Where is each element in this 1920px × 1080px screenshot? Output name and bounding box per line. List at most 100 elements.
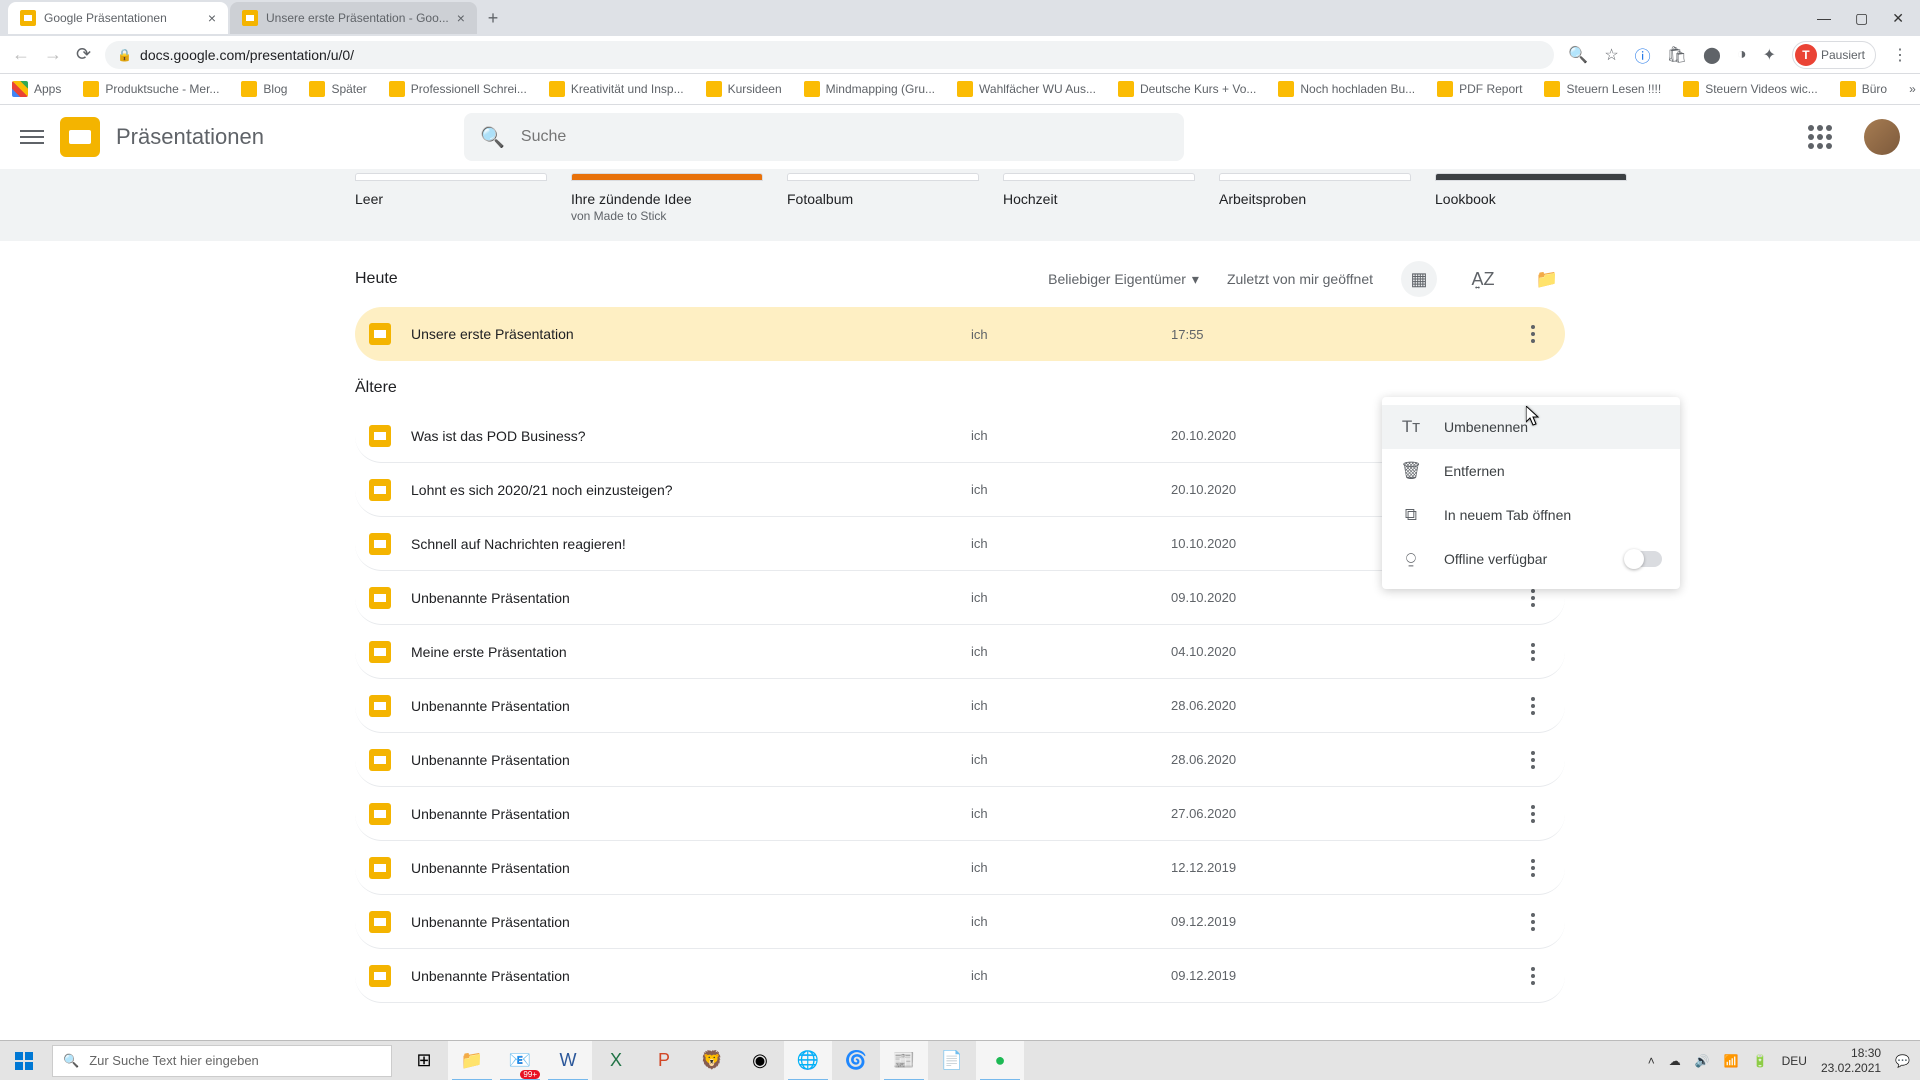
more-actions-button[interactable] [1515,742,1551,778]
file-row[interactable]: Unbenannte Präsentation ich 28.06.2020 [355,679,1565,733]
ctx-remove[interactable]: 🗑 Entfernen [1382,449,1680,493]
bookmark-item[interactable]: Blog [241,81,287,97]
zoom-icon[interactable]: 🔍 [1568,45,1588,65]
taskbar-search[interactable]: 🔍 Zur Suche Text hier eingeben [52,1045,392,1077]
tab-close-icon[interactable]: × [457,10,465,26]
bookmark-item[interactable]: Steuern Videos wic... [1683,81,1818,97]
wifi-icon[interactable]: 📶 [1724,1054,1739,1068]
ext-2-icon[interactable]: ◑ [1737,46,1747,64]
more-actions-button[interactable] [1515,634,1551,670]
file-row[interactable]: Unbenannte Präsentation ich 27.06.2020 [355,787,1565,841]
mail-icon[interactable]: 📧99+ [496,1041,544,1080]
spotify-icon[interactable]: ● [976,1041,1024,1080]
file-explorer-icon[interactable]: 📁 [448,1041,496,1080]
bookmark-item[interactable]: Deutsche Kurs + Vo... [1118,81,1256,97]
ctx-offline[interactable]: ⍜ Offline verfügbar [1382,537,1680,581]
clock[interactable]: 18:30 23.02.2021 [1821,1046,1881,1075]
more-actions-button[interactable] [1515,796,1551,832]
bookmark-star-icon[interactable]: ☆ [1604,45,1618,65]
file-row[interactable]: Unbenannte Präsentation ich 12.12.2019 [355,841,1565,895]
bookmarks-overflow-icon[interactable]: » [1909,82,1916,96]
folder-icon [309,81,325,97]
search-input[interactable] [521,128,1168,146]
main-menu-button[interactable] [20,126,44,148]
new-tab-button[interactable]: + [479,4,507,32]
edge-icon[interactable]: 🌀 [832,1041,880,1080]
maximize-icon[interactable]: ▢ [1855,10,1868,27]
template-item[interactable]: Fotoalbum [787,173,979,223]
file-owner: ich [971,536,1171,551]
template-item[interactable]: Arbeitsproben [1219,173,1411,223]
chrome-icon[interactable]: 🌐 [784,1041,832,1080]
tab-inactive[interactable]: Unsere erste Präsentation - Goo... × [230,2,477,34]
obs-icon[interactable]: ◉ [736,1041,784,1080]
ctx-rename[interactable]: Tᴛ Umbenennen [1382,405,1680,449]
file-row[interactable]: Unsere erste Präsentation ich 17:55 [355,307,1565,361]
file-row[interactable]: Unbenannte Präsentation ich 09.12.2019 [355,949,1565,1003]
onedrive-icon[interactable]: ☁ [1669,1054,1681,1068]
forward-button[interactable]: → [44,44,62,65]
more-actions-button[interactable] [1515,688,1551,724]
word-icon[interactable]: W [544,1041,592,1080]
menu-dots-icon[interactable]: ⋮ [1892,45,1908,65]
battery-icon[interactable]: 🔋 [1753,1054,1768,1068]
language-indicator[interactable]: DEU [1782,1054,1807,1068]
file-row[interactable]: Unbenannte Präsentation ich 28.06.2020 [355,733,1565,787]
bookmark-item[interactable]: Professionell Schrei... [389,81,527,97]
minimize-icon[interactable]: — [1817,10,1831,27]
back-button[interactable]: ← [12,44,30,65]
more-actions-button[interactable] [1515,958,1551,994]
powerpoint-icon[interactable]: P [640,1041,688,1080]
bookmark-item[interactable]: Steuern Lesen !!!! [1544,81,1661,97]
slides-logo-icon[interactable] [60,117,100,157]
bookmark-item[interactable]: Noch hochladen Bu... [1278,81,1415,97]
more-actions-button[interactable] [1515,904,1551,940]
sort-az-button[interactable]: A͍Z [1465,261,1501,297]
url-field[interactable]: 🔒 docs.google.com/presentation/u/0/ [105,41,1554,69]
start-button[interactable] [0,1041,48,1080]
cart-icon[interactable]: 🛍 [1667,45,1687,65]
template-blank[interactable]: Leer [355,173,547,223]
ctx-open-new-tab[interactable]: ⧉ In neuem Tab öffnen [1382,493,1680,537]
more-actions-button[interactable] [1515,850,1551,886]
search-box[interactable]: 🔍 [464,113,1184,161]
file-row[interactable]: Meine erste Präsentation ich 04.10.2020 [355,625,1565,679]
google-apps-button[interactable] [1808,125,1832,149]
bookmark-item[interactable]: Produktsuche - Mer... [83,81,219,97]
bookmark-item[interactable]: Mindmapping (Gru... [804,81,935,97]
account-avatar[interactable] [1864,119,1900,155]
offline-toggle[interactable] [1626,551,1662,567]
reader-icon[interactable]: ⓘ [1635,43,1651,67]
tab-close-icon[interactable]: × [208,10,216,26]
apps-shortcut[interactable]: Apps [12,81,61,97]
template-item[interactable]: Lookbook [1435,173,1627,223]
tray-chevron-icon[interactable]: ˄ [1648,1054,1655,1068]
close-icon[interactable]: ✕ [1892,10,1904,27]
volume-icon[interactable]: 🔊 [1695,1054,1710,1068]
reload-button[interactable]: ⟳ [76,44,91,65]
extensions-icon[interactable]: ✦ [1763,45,1776,65]
app-icon-2[interactable]: 📄 [928,1041,976,1080]
app-icon-1[interactable]: 📰 [880,1041,928,1080]
bookmark-item[interactable]: Wahlfächer WU Aus... [957,81,1096,97]
bookmark-item[interactable]: Kursideen [706,81,782,97]
open-picker-button[interactable]: 📁 [1529,261,1565,297]
bookmark-item[interactable]: Später [309,81,366,97]
bookmark-item[interactable]: PDF Report [1437,81,1522,97]
profile-chip[interactable]: T Pausiert [1792,41,1876,69]
bookmark-item[interactable]: Kreativität und Insp... [549,81,684,97]
ext-1-icon[interactable]: ⬤ [1703,45,1721,65]
file-row[interactable]: Unbenannte Präsentation ich 09.12.2019 [355,895,1565,949]
more-actions-button[interactable] [1515,316,1551,352]
bookmark-item[interactable]: Büro [1840,81,1887,97]
task-view-button[interactable]: ⊞ [400,1041,448,1080]
brave-icon[interactable]: 🦁 [688,1041,736,1080]
grid-view-button[interactable]: ▦ [1401,261,1437,297]
template-item[interactable]: Hochzeit [1003,173,1195,223]
tab-active[interactable]: Google Präsentationen × [8,2,228,34]
sort-label[interactable]: Zuletzt von mir geöffnet [1227,271,1373,287]
excel-icon[interactable]: X [592,1041,640,1080]
template-item[interactable]: Ihre zündende Ideevon Made to Stick [571,173,763,223]
notifications-icon[interactable]: 💬 [1895,1054,1910,1068]
owner-filter[interactable]: Beliebiger Eigentümer ▾ [1048,271,1199,288]
